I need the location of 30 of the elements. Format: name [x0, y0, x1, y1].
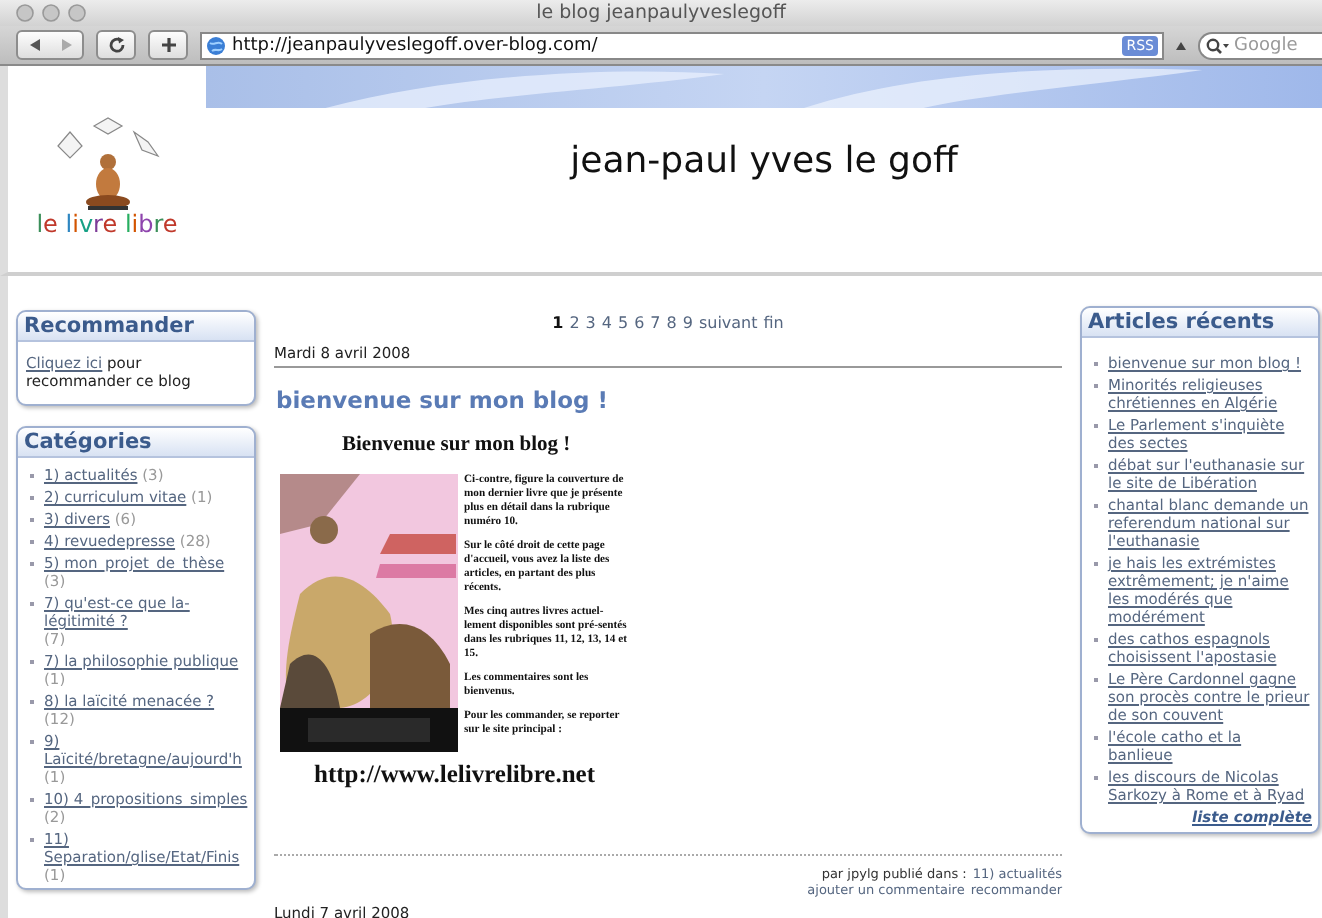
plus-icon	[159, 36, 177, 54]
page-link[interactable]: 7	[650, 314, 661, 332]
box-title: Articles récents	[1082, 308, 1318, 338]
box-title: Catégories	[18, 428, 254, 458]
caret-icon	[1176, 39, 1186, 51]
post-heading: Bienvenue sur mon blog !	[342, 434, 573, 456]
last-page-link[interactable]: fin	[763, 314, 784, 332]
page-link[interactable]: 8	[666, 314, 677, 332]
add-bookmark-button[interactable]	[148, 30, 188, 60]
page-link[interactable]: 9	[682, 314, 693, 332]
reload-button[interactable]	[96, 30, 136, 60]
page-link[interactable]: 2	[569, 314, 580, 332]
post-title[interactable]: bienvenue sur mon blog !	[276, 386, 1062, 414]
box-title: Recommander	[18, 312, 254, 342]
forward-arrow-icon	[59, 38, 73, 52]
page-link[interactable]: 1	[552, 314, 564, 332]
next-page-link[interactable]: suivant	[698, 314, 758, 332]
search-field[interactable]: Google	[1198, 31, 1322, 59]
page-link[interactable]: 3	[585, 314, 596, 332]
window-title: le blog jeanpaulyveslegoff	[536, 2, 786, 24]
blog-title: jean-paul yves le goff	[570, 139, 958, 181]
page-link[interactable]: 6	[634, 314, 645, 332]
page-link[interactable]: 5	[617, 314, 629, 332]
back-arrow-icon	[27, 38, 41, 52]
search-icon	[1206, 37, 1230, 53]
logo-text: le livre libre	[36, 209, 178, 237]
site-url: http://www.lelivrelibre.net	[314, 760, 597, 790]
page-link[interactable]: 4	[601, 314, 612, 332]
reload-icon	[107, 36, 125, 54]
globe-icon	[206, 35, 226, 55]
